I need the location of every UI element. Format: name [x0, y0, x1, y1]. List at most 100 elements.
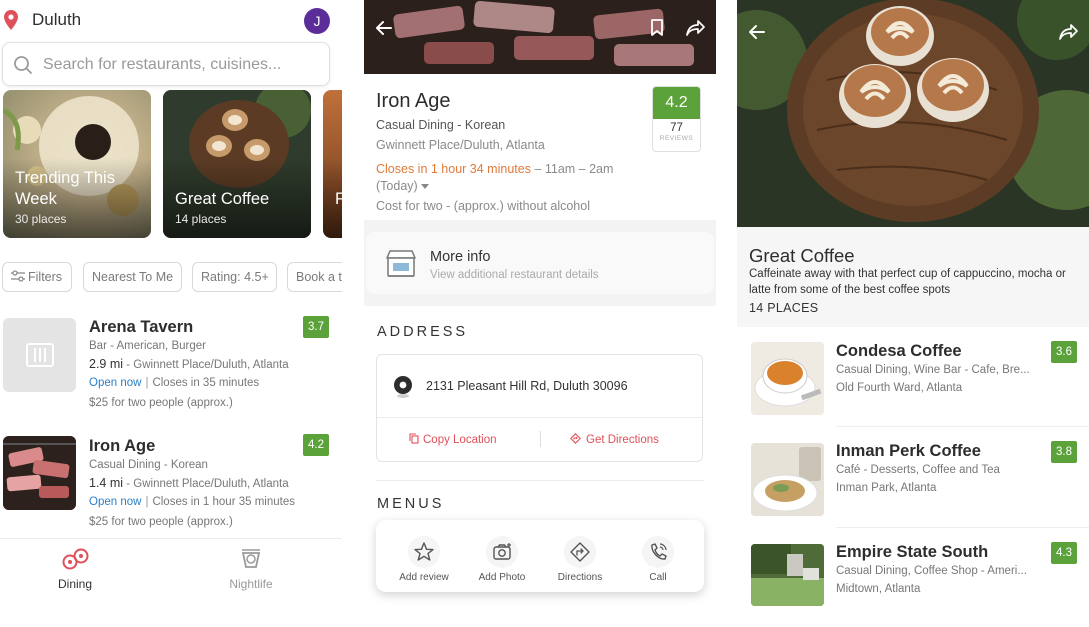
copy-location-label: Copy Location: [423, 434, 497, 446]
grilled-meat-image: [3, 436, 76, 510]
filters-chip[interactable]: Filters: [2, 262, 72, 292]
get-directions-label: Get Directions: [586, 434, 659, 446]
copy-location-button[interactable]: Copy Location: [409, 433, 497, 446]
rating-box[interactable]: 4.2 77 REVIEWS: [652, 86, 701, 152]
restaurant-placeholder-icon: [26, 343, 54, 367]
location-bar[interactable]: Duluth J: [0, 0, 342, 40]
add-photo-button[interactable]: Add Photo: [461, 520, 543, 592]
open-status: Open now: [89, 377, 142, 389]
bottom-nav: Dining Nightlife: [0, 538, 342, 598]
more-info-card[interactable]: More info View additional restaurant det…: [366, 232, 714, 294]
place-name: Condesa Coffee: [836, 342, 962, 360]
restaurant-price: $25 for two people (approx.): [89, 516, 233, 528]
tab-label: Dining: [57, 577, 93, 591]
directions-button[interactable]: Directions: [539, 520, 621, 592]
restaurant-area: - Gwinnett Place/Duluth, Atlanta: [126, 478, 289, 490]
book-table-chip[interactable]: Book a t: [287, 262, 342, 292]
bookmark-icon[interactable]: [650, 19, 664, 37]
open-status: Open now: [89, 496, 142, 508]
place-cuisine: Café - Desserts, Coffee and Tea: [836, 464, 1000, 476]
action-label: Directions: [557, 572, 603, 583]
restaurant-thumbnail: [3, 318, 76, 392]
today-label: (Today): [376, 179, 418, 193]
tab-label: Nightlife: [229, 577, 273, 591]
back-arrow-icon[interactable]: [747, 22, 767, 42]
place-area: Old Fourth Ward, Atlanta: [836, 382, 963, 394]
place-cuisine: Casual Dining, Wine Bar - Cafe, Bre...: [836, 364, 1030, 376]
place-area: Midtown, Atlanta: [836, 583, 921, 595]
location-pin-icon: [4, 10, 18, 30]
address-text[interactable]: 2131 Pleasant Hill Rd, Duluth 30096: [426, 379, 628, 393]
star-icon: [414, 542, 434, 561]
opening-hours[interactable]: Closes in 1 hour 34 minutes – 11am – 2am: [376, 162, 613, 176]
rating-badge: 3.6: [1051, 341, 1077, 363]
directions-icon: [570, 542, 590, 562]
map-pin-icon: [394, 376, 412, 398]
sliders-icon: [11, 270, 25, 282]
review-count: 77: [670, 122, 683, 134]
restaurant-area: Gwinnett Place/Duluth, Atlanta: [376, 138, 545, 152]
search-icon: [14, 56, 32, 74]
user-avatar[interactable]: J: [304, 8, 330, 34]
get-directions-button[interactable]: Get Directions: [570, 433, 659, 446]
collection-card-trending[interactable]: Trending This Week 30 places: [3, 90, 151, 238]
place-cuisine: Casual Dining, Coffee Shop - Ameri...: [836, 565, 1027, 577]
add-review-button[interactable]: Add review: [383, 520, 465, 592]
nightlife-icon: [241, 549, 261, 568]
collection-description: Caffeinate away with that perfect cup of…: [749, 268, 1066, 296]
place-thumbnail: [751, 443, 824, 516]
restaurant-cuisine: Bar - American, Burger: [89, 340, 206, 352]
closing-time: Closes in 1 hour 35 minutes: [152, 496, 295, 508]
restaurant-hero-image: [364, 0, 716, 74]
share-icon[interactable]: [686, 19, 706, 37]
collection-count: 14 PLACES: [749, 301, 819, 315]
share-icon[interactable]: [1059, 23, 1079, 41]
closing-time: Closes in 35 minutes: [152, 377, 260, 389]
place-area: Inman Park, Atlanta: [836, 482, 937, 494]
back-arrow-icon[interactable]: [374, 18, 394, 38]
rating-chip[interactable]: Rating: 4.5+: [192, 262, 277, 292]
camera-icon: [493, 543, 511, 560]
hours-dropdown[interactable]: (Today): [376, 179, 430, 193]
cost-for-two: Cost for two - (approx.) without alcohol: [376, 199, 590, 213]
collection-title: Great Coffee: [749, 245, 855, 266]
restaurant-distance: 1.4 mi: [89, 476, 124, 490]
tab-nightlife[interactable]: Nightlife: [176, 539, 326, 599]
search-placeholder[interactable]: Search for restaurants, cuisines...: [43, 56, 281, 74]
more-info-title: More info: [430, 249, 491, 265]
menus-heading: MENUS: [377, 496, 445, 512]
nearest-chip[interactable]: Nearest To Me: [83, 262, 182, 292]
directions-small-icon: [570, 433, 581, 444]
collection-title: Trending This Week: [15, 169, 115, 208]
call-button[interactable]: Call: [617, 520, 699, 592]
collection-card-great-coffee[interactable]: Great Coffee 14 places: [163, 90, 311, 238]
collection-count: 14 places: [175, 212, 227, 226]
closing-time: Closes in 1 hour 34 minutes: [376, 162, 531, 176]
hours-range: – 11am – 2am: [534, 162, 614, 176]
collection-count: 30 places: [15, 212, 67, 226]
rating-badge: 3.8: [1051, 441, 1077, 463]
collection-hero-image: [737, 0, 1089, 227]
copy-icon: [409, 433, 419, 444]
search-bar[interactable]: Search for restaurants, cuisines...: [2, 42, 330, 86]
phone-icon: [651, 543, 667, 560]
place-name: Inman Perk Coffee: [836, 442, 981, 460]
place-thumbnail: [751, 544, 824, 606]
collection-title: Great Coffee: [175, 190, 270, 208]
home-screen: Duluth J Search for restaurants, cuisine…: [0, 0, 342, 627]
tab-dining[interactable]: Dining: [0, 539, 150, 599]
location-name[interactable]: Duluth: [32, 10, 81, 30]
restaurant-price: $25 for two people (approx.): [89, 397, 233, 409]
collection-card-partial[interactable]: P: [323, 90, 342, 238]
place-name: Empire State South: [836, 543, 989, 561]
chevron-down-icon: [421, 184, 430, 189]
restaurant-cuisine: Casual Dining - Korean: [376, 118, 506, 132]
restaurant-title: Iron Age: [376, 90, 451, 112]
address-heading: ADDRESS: [377, 324, 469, 340]
rating-value: 4.2: [653, 87, 700, 119]
action-label: Add Photo: [478, 572, 526, 583]
more-info-subtitle: View additional restaurant details: [430, 269, 599, 281]
restaurant-distance: 2.9 mi: [89, 357, 124, 371]
rating-badge: 4.2: [303, 434, 329, 456]
collection-screen: Great Coffee Caffeinate away with that p…: [737, 0, 1089, 627]
